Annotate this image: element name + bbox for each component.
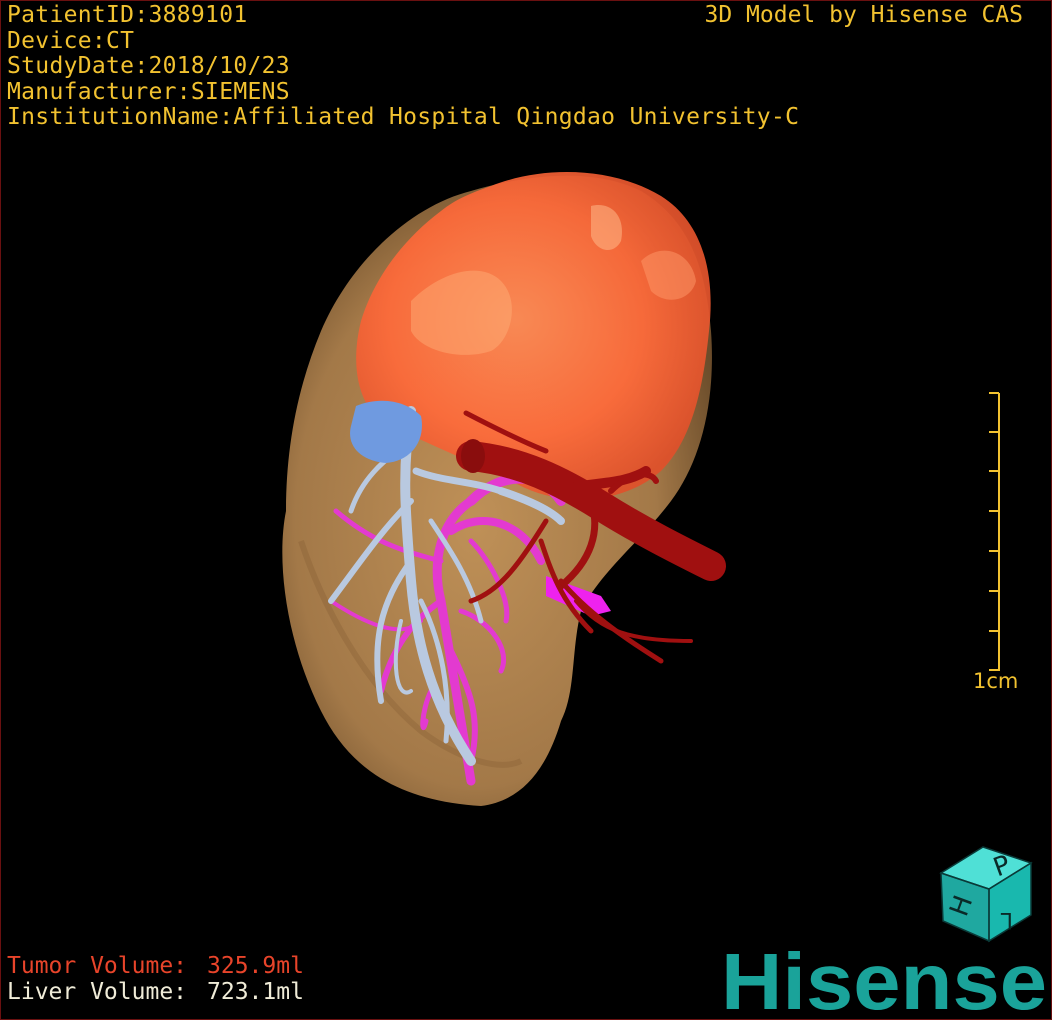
hisense-logo-text: Hisense (721, 939, 1047, 1017)
liver-volume-row: Liver Volume: 723.1ml (7, 979, 304, 1005)
device-text: Device:CT (7, 27, 135, 54)
study-date-text: StudyDate:2018/10/23 (7, 53, 290, 79)
scale-bar (989, 392, 1000, 671)
tumor-volume-label: Tumor Volume: (7, 953, 188, 979)
liver-volume-label: Liver Volume: (7, 979, 188, 1005)
liver-3d-model[interactable] (1, 1, 1052, 1020)
hisense-logo: Hisense (721, 939, 1047, 1017)
artery-cut-end (461, 439, 485, 473)
cube-letter-l: L (1000, 907, 1013, 932)
orientation-cube-icon[interactable]: H P L (935, 839, 1035, 949)
liver-volume-value: 723.1ml (207, 979, 304, 1005)
3d-viewport[interactable]: PatientID:3889101 Device:CT StudyDate:20… (0, 0, 1052, 1020)
scale-bar-label: 1cm (973, 669, 1019, 693)
dicom-info-panel: PatientID:3889101 Device:CT StudyDate:20… (7, 2, 800, 131)
volume-panel: Tumor Volume: 325.9ml Liver Volume: 723.1m… (7, 953, 304, 1005)
tumor-volume-value: 325.9ml (207, 953, 304, 979)
manufacturer-text: Manufacturer:SIEMENS (7, 78, 290, 105)
patient-id-text: PatientID:3889101 (7, 2, 248, 28)
model-credit-text: 3D Model by Hisense CAS (704, 2, 1024, 28)
tumor-volume-row: Tumor Volume: 325.9ml (7, 953, 304, 979)
institution-text: InstitutionName:Affiliated Hospital Qing… (7, 104, 800, 130)
